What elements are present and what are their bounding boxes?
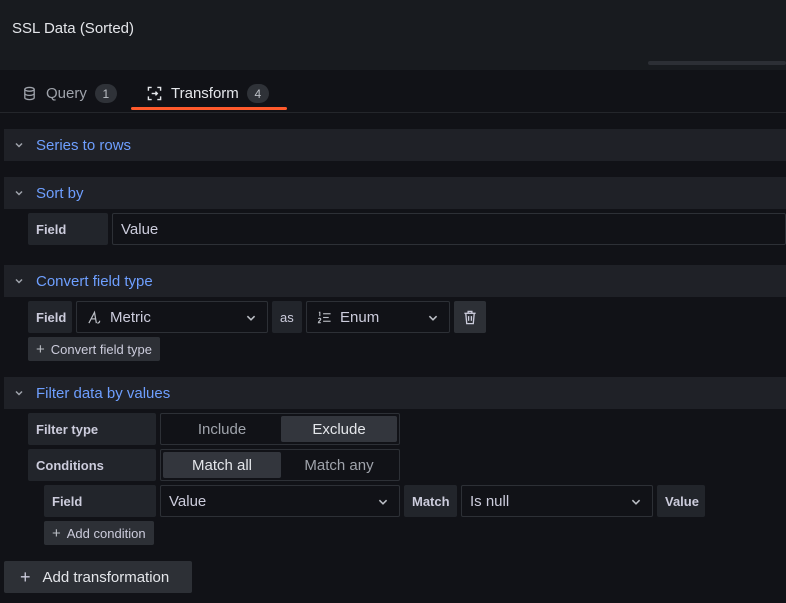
chevron-down-icon xyxy=(14,188,28,198)
conditions-label: Conditions xyxy=(28,449,156,481)
chevron-down-icon xyxy=(14,140,28,150)
conditions-radio-group: Match all Match any xyxy=(160,449,400,481)
add-convert-label: Convert field type xyxy=(50,341,152,357)
condition-match-label: Match xyxy=(404,485,457,517)
section-title: Convert field type xyxy=(36,272,153,290)
sort-field-label: Field xyxy=(28,213,108,245)
section-title: Filter data by values xyxy=(36,384,171,402)
tab-transform[interactable]: Transform 4 xyxy=(147,84,269,103)
filter-type-include[interactable]: Include xyxy=(163,416,281,442)
tab-query-count: 1 xyxy=(94,84,117,103)
plus-icon: + xyxy=(52,524,61,542)
filter-type-radio-group: Include Exclude xyxy=(160,413,400,445)
delete-conversion-button[interactable] xyxy=(454,301,486,333)
condition-field-value: Value xyxy=(169,492,207,510)
section-convert-field-type[interactable]: Convert field type xyxy=(4,265,786,297)
condition-value-label: Value xyxy=(657,485,705,517)
active-tab-indicator xyxy=(131,107,287,110)
convert-type-select[interactable]: Enum xyxy=(306,301,450,333)
panel-header: SSL Data (Sorted) xyxy=(0,0,786,70)
section-series-to-rows[interactable]: Series to rows xyxy=(4,129,786,161)
add-condition-label: Add condition xyxy=(66,525,146,541)
chevron-down-icon xyxy=(427,311,439,323)
plus-icon: + xyxy=(20,566,31,587)
conditions-match-all[interactable]: Match all xyxy=(163,452,281,478)
transform-icon xyxy=(147,86,162,101)
condition-match-select[interactable]: Is null xyxy=(461,485,653,517)
convert-field-select[interactable]: Metric xyxy=(76,301,268,333)
section-sort-by[interactable]: Sort by xyxy=(4,177,786,209)
add-condition-button[interactable]: + Add condition xyxy=(44,521,154,545)
trash-icon xyxy=(463,310,477,325)
condition-match-value: Is null xyxy=(470,492,510,510)
add-transformation-label: Add transformation xyxy=(42,568,170,586)
string-type-icon xyxy=(87,309,102,325)
filter-type-label: Filter type xyxy=(28,413,156,445)
tab-transform-label: Transform xyxy=(171,85,239,102)
sort-field-select[interactable]: Value xyxy=(112,213,786,245)
database-icon xyxy=(22,86,37,101)
tab-query[interactable]: Query 1 xyxy=(22,84,117,103)
section-title: Series to rows xyxy=(36,136,132,154)
chevron-down-icon xyxy=(630,495,642,507)
convert-field-label: Field xyxy=(28,301,72,333)
tab-transform-count: 4 xyxy=(246,84,269,103)
filter-type-exclude[interactable]: Exclude xyxy=(281,416,397,442)
add-convert-field-type-button[interactable]: + Convert field type xyxy=(28,337,160,361)
section-filter-data-by-values[interactable]: Filter data by values xyxy=(4,377,786,409)
chevron-down-icon xyxy=(377,495,389,507)
chevron-down-icon xyxy=(14,276,28,286)
condition-field-label: Field xyxy=(44,485,156,517)
conditions-match-any[interactable]: Match any xyxy=(281,452,397,478)
scroll-indicator[interactable] xyxy=(648,61,786,65)
tab-query-label: Query xyxy=(46,85,87,102)
add-transformation-button[interactable]: + Add transformation xyxy=(4,561,192,593)
chevron-down-icon xyxy=(14,388,28,398)
chevron-down-icon xyxy=(245,311,257,323)
condition-field-select[interactable]: Value xyxy=(160,485,400,517)
as-label: as xyxy=(272,301,302,333)
plus-icon: + xyxy=(36,340,45,358)
section-title: Sort by xyxy=(36,184,84,202)
convert-field-value: Metric xyxy=(110,308,151,326)
convert-type-value: Enum xyxy=(340,308,380,326)
panel-title: SSL Data (Sorted) xyxy=(12,20,134,37)
sort-field-value: Value xyxy=(121,220,159,238)
enum-type-icon xyxy=(317,310,332,325)
editor-tabs: Query 1 Transform 4 xyxy=(0,70,786,113)
